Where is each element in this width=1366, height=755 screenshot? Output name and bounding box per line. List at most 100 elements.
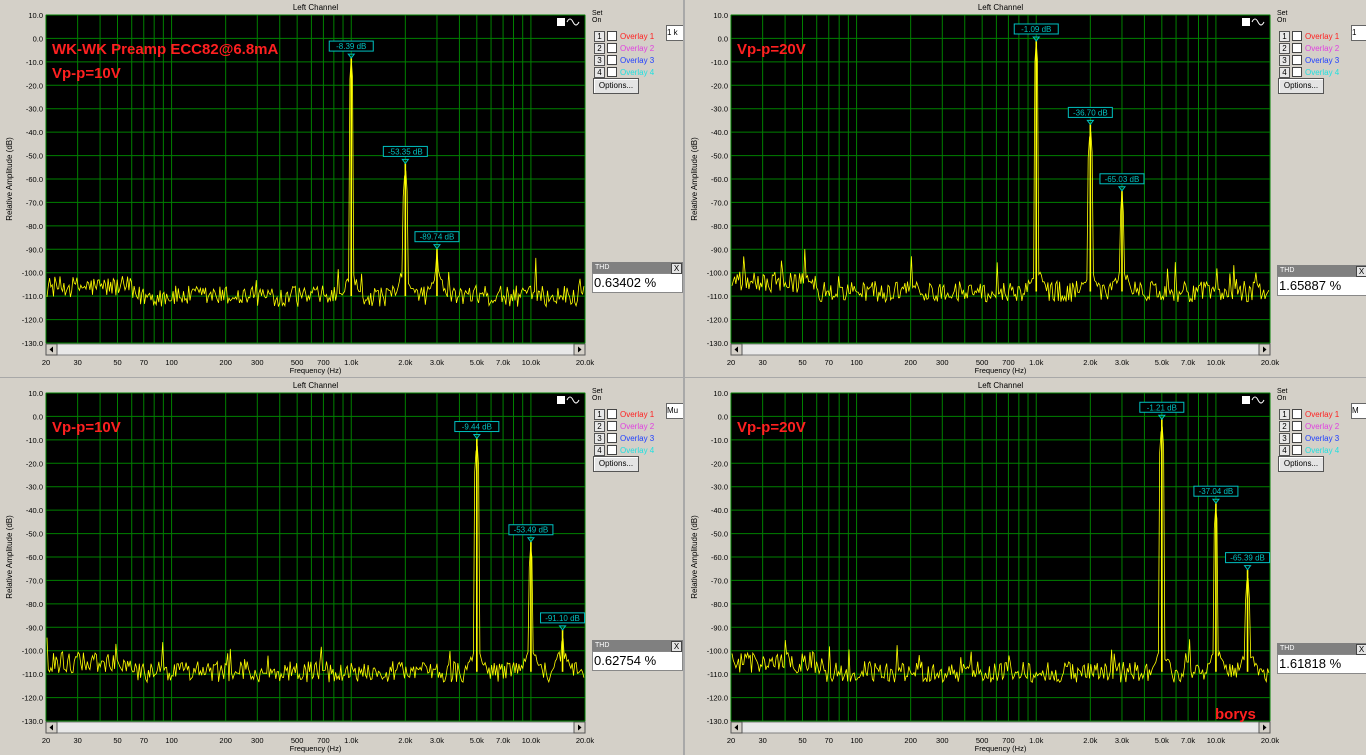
overlay-row-1[interactable]: 1 Overlay 1 [1279,408,1339,420]
options-button[interactable]: Options... [1278,456,1324,472]
spectrum-plot[interactable]: Left Channel 10.0 0.0 -10.0 -20.0 -30.0 -40.0 -… [0,378,683,755]
thd-window: THD X 0.63402 % [592,262,683,293]
overlay-set-button[interactable]: 1 [594,408,605,420]
overlay-checkbox[interactable] [607,67,617,77]
neighbor-window-field[interactable]: 1 k [666,25,683,41]
overlay-checkbox[interactable] [607,433,617,443]
overlay-set-button[interactable]: 2 [1279,420,1290,432]
horizontal-scrollbar[interactable] [730,721,1271,734]
signature-text: borys [1215,706,1256,723]
overlay-row-2[interactable]: 2 Overlay 2 [1279,420,1339,432]
overlay-row-2[interactable]: 2 Overlay 2 [1279,42,1339,54]
y-tick-label: -120.0 [22,316,43,325]
overlay-set-button[interactable]: 3 [594,54,605,66]
overlay-row-3[interactable]: 3 Overlay 3 [594,54,654,66]
overlay-checkbox[interactable] [607,55,617,65]
peak-marker-label: -53.49 dB [514,526,549,535]
overlay-set-button[interactable]: 1 [1279,30,1290,42]
overlay-row-1[interactable]: 1 Overlay 1 [594,408,654,420]
x-tick-label: 20 [727,736,735,745]
overlay-set-button[interactable]: 1 [594,30,605,42]
y-tick-label: -60.0 [711,175,728,184]
overlay-row-3[interactable]: 3 Overlay 3 [1279,432,1339,444]
horizontal-scrollbar[interactable] [730,343,1271,356]
x-tick-label: 200 [904,358,917,367]
overlay-set-button[interactable]: 4 [594,66,605,78]
x-tick-label: 5.0k [1155,736,1169,745]
horizontal-scrollbar[interactable] [45,721,586,734]
overlay-row-4[interactable]: 4 Overlay 4 [1279,444,1339,456]
spectrum-plot[interactable]: Left Channel 10.0 0.0 -10.0 -20.0 -30.0 -40.0 -… [0,0,683,377]
overlay-set-button[interactable]: 2 [594,42,605,54]
neighbor-window-field[interactable]: 1 [1351,25,1366,41]
overlay-checkbox[interactable] [607,31,617,41]
overlay-row-3[interactable]: 3 Overlay 3 [1279,54,1339,66]
overlay-checkbox[interactable] [1292,433,1302,443]
overlay-checkbox[interactable] [1292,445,1302,455]
y-tick-label: -130.0 [22,717,43,726]
overlay-row-4[interactable]: 4 Overlay 4 [594,66,654,78]
y-tick-label: -50.0 [711,152,728,161]
peak-marker-label: -53.35 dB [388,147,423,156]
x-tick-label: 1.0k [344,736,358,745]
x-tick-label: 70 [825,358,833,367]
overlay-checkbox[interactable] [607,409,617,419]
overlay-row-1[interactable]: 1 Overlay 1 [1279,30,1339,42]
peak-marker-label: -37.04 dB [1199,487,1234,496]
overlay-checkbox[interactable] [1292,67,1302,77]
overlay-row-2[interactable]: 2 Overlay 2 [594,42,654,54]
overlay-row-3[interactable]: 3 Overlay 3 [594,432,654,444]
overlay-set-button[interactable]: 1 [1279,408,1290,420]
spectrum-plot[interactable]: Left Channel 10.0 0.0 -10.0 -20.0 -30.0 -40.0 -… [685,378,1366,755]
overlay-set-button[interactable]: 4 [594,444,605,456]
overlay-set-button[interactable]: 4 [1279,66,1290,78]
peak-marker-label: -8.39 dB [336,42,366,51]
overlay-label: Overlay 4 [620,445,655,455]
overlay-set-button[interactable]: 3 [1279,54,1290,66]
y-tick-label: -90.0 [711,623,728,632]
on-label: On [592,395,602,402]
close-icon[interactable]: X [671,263,682,274]
overlay-set-button[interactable]: 4 [1279,444,1290,456]
overlay-set-button[interactable]: 2 [1279,42,1290,54]
overlay-set-button[interactable]: 3 [1279,432,1290,444]
overlay-set-button[interactable]: 3 [594,432,605,444]
overlay-row-1[interactable]: 1 Overlay 1 [594,30,654,42]
overlay-checkbox[interactable] [607,421,617,431]
overlay-checkbox[interactable] [1292,409,1302,419]
y-tick-label: -90.0 [711,245,728,254]
neighbor-window-field[interactable]: Mu [666,403,683,419]
thd-value: 1.65887 % [1277,276,1366,296]
overlay-checkbox[interactable] [1292,421,1302,431]
horizontal-scrollbar[interactable] [45,343,586,356]
overlay-label: Overlay 4 [1305,67,1340,77]
y-tick-label: -110.0 [707,292,728,301]
options-button[interactable]: Options... [593,78,639,94]
neighbor-window-field[interactable]: M [1351,403,1366,419]
overlay-row-4[interactable]: 4 Overlay 4 [1279,66,1339,78]
y-tick-label: -20.0 [26,459,43,468]
y-tick-label: 0.0 [718,412,728,421]
x-tick-label: 100 [850,358,863,367]
options-button[interactable]: Options... [593,456,639,472]
overlay-checkbox[interactable] [1292,43,1302,53]
close-icon[interactable]: X [1356,644,1366,655]
close-icon[interactable]: X [671,641,682,652]
x-tick-label: 300 [936,358,949,367]
spectrum-plot[interactable]: Left Channel 10.0 0.0 -10.0 -20.0 -30.0 -40.0 -… [685,0,1366,377]
overlay-row-4[interactable]: 4 Overlay 4 [594,444,654,456]
y-tick-label: -50.0 [711,530,728,539]
overlay-checkbox[interactable] [1292,55,1302,65]
overlay-checkbox[interactable] [607,445,617,455]
y-tick-label: -120.0 [707,694,728,703]
annotation-text: WK-WK Preamp ECC82@6.8mA [52,41,279,58]
close-icon[interactable]: X [1356,266,1366,277]
options-button[interactable]: Options... [1278,78,1324,94]
x-tick-label: 50 [798,358,806,367]
overlay-label: Overlay 2 [620,43,655,53]
overlay-checkbox[interactable] [1292,31,1302,41]
overlay-set-button[interactable]: 2 [594,420,605,432]
overlay-row-2[interactable]: 2 Overlay 2 [594,420,654,432]
overlay-label: Overlay 4 [1305,445,1340,455]
overlay-checkbox[interactable] [607,43,617,53]
